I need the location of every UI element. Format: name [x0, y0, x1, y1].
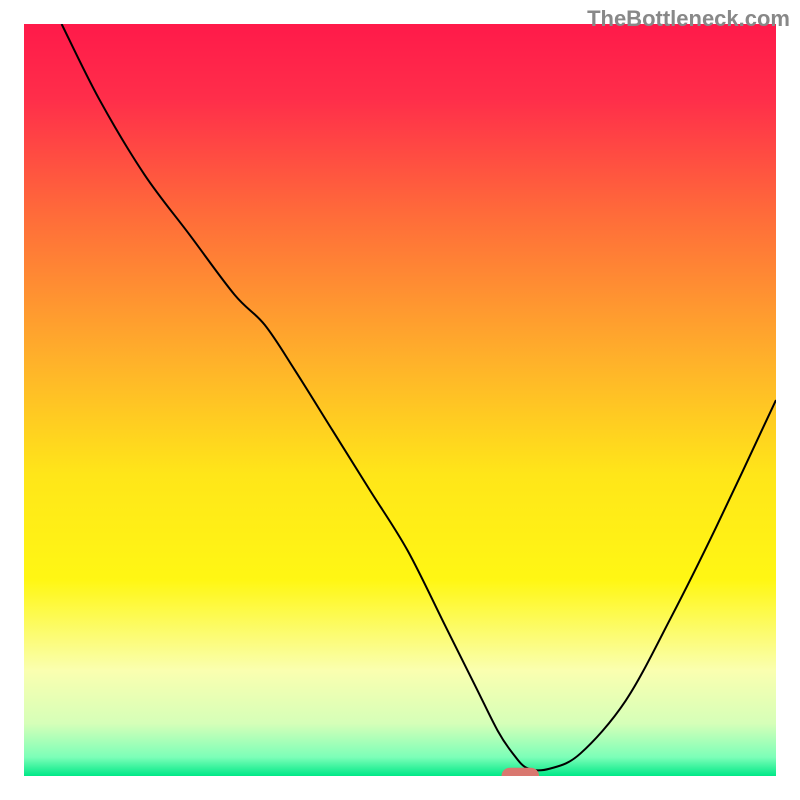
chart-svg	[24, 24, 776, 776]
chart-container: TheBottleneck.com	[0, 0, 800, 800]
gradient-background	[24, 24, 776, 776]
optimal-marker	[502, 768, 540, 776]
watermark-text: TheBottleneck.com	[587, 6, 790, 32]
plot-area	[24, 24, 776, 776]
